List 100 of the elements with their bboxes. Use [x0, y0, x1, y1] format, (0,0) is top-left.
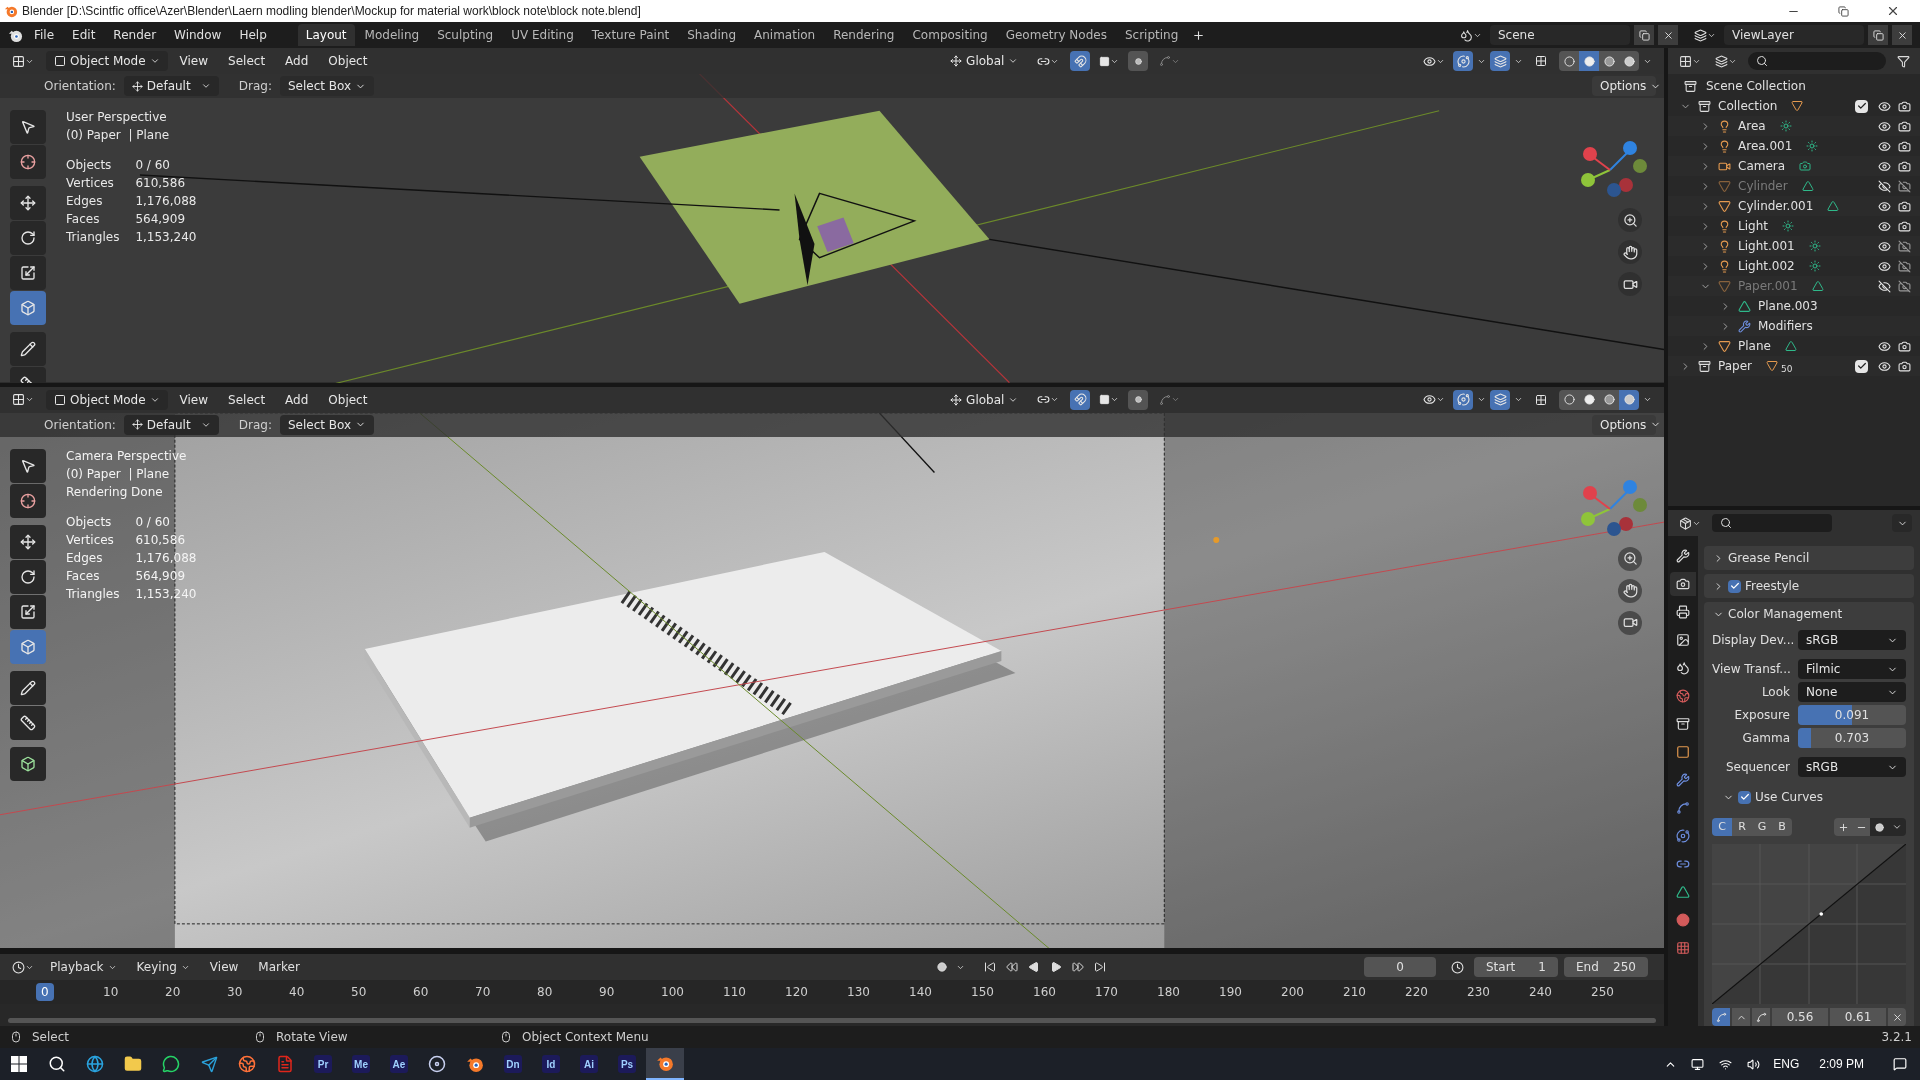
panel-title[interactable]: Color Management	[1728, 605, 1843, 623]
workspace-tab[interactable]: Scripting	[1116, 24, 1187, 46]
menu-item[interactable]: Select	[220, 51, 274, 71]
current-frame-field[interactable]: 0	[1364, 957, 1436, 978]
frame-number[interactable]: 130	[842, 983, 875, 1002]
frame-number[interactable]: 50	[346, 983, 372, 1002]
outliner-item-name[interactable]: Paper	[1718, 357, 1752, 375]
outliner-item-name[interactable]: Light.002	[1738, 257, 1795, 275]
workspace-tab[interactable]: Rendering	[825, 24, 903, 46]
panel-title[interactable]: Freestyle	[1745, 577, 1800, 595]
workspace-tab[interactable]: Animation	[746, 24, 824, 46]
menu-item[interactable]: Edit	[65, 25, 103, 45]
frame-number[interactable]: 30	[222, 983, 248, 1002]
outliner-item-name[interactable]: Modifiers	[1758, 317, 1813, 335]
frame-number[interactable]: 250	[1586, 983, 1619, 1002]
app-button[interactable]: Ps	[618, 1055, 636, 1073]
menu-item[interactable]: Playback	[42, 957, 125, 978]
property-slider[interactable]: 0.703	[1798, 728, 1906, 748]
menu-item[interactable]: Object	[320, 51, 376, 71]
frame-number[interactable]: 90	[594, 983, 620, 1002]
frame-number[interactable]: 120	[780, 983, 813, 1002]
workspace-tab[interactable]: Layout	[297, 24, 355, 46]
frame-number[interactable]: 140	[904, 983, 937, 1002]
menu-item[interactable]: Object	[320, 389, 376, 410]
orientation-dropdown[interactable]: Default	[123, 414, 219, 435]
menu-item[interactable]: File	[27, 25, 62, 45]
workspace-tab[interactable]: UV Editing	[503, 24, 582, 46]
end-frame-field[interactable]: End 250	[1564, 957, 1648, 978]
menu-item[interactable]: Help	[232, 25, 274, 45]
channel-tab[interactable]: C	[1712, 818, 1732, 836]
app-button[interactable]: Ae	[390, 1055, 408, 1073]
menu-item[interactable]: Render	[106, 25, 164, 45]
workspace-tab[interactable]: Sculpting	[429, 24, 502, 46]
workspace-tab[interactable]: Modeling	[356, 24, 428, 46]
frame-number[interactable]: 100	[656, 983, 689, 1002]
frame-number[interactable]: 220	[1400, 983, 1433, 1002]
outliner-item-name[interactable]: Light.001	[1738, 237, 1795, 255]
transform-orientation-dropdown[interactable]: Global	[942, 389, 1027, 410]
app-button[interactable]: Me	[352, 1055, 370, 1073]
app-button[interactable]: Ai	[580, 1055, 598, 1073]
point-value-field[interactable]: 0.56	[1772, 1008, 1828, 1026]
menu-item[interactable]: Marker	[250, 957, 308, 978]
menu-item[interactable]: View	[201, 957, 247, 978]
frame-number[interactable]: 20	[160, 983, 186, 1002]
transform-orientation-dropdown[interactable]: Global	[942, 51, 1027, 71]
outliner-item-name[interactable]: Collection	[1718, 97, 1778, 115]
frame-number[interactable]: 190	[1214, 983, 1247, 1002]
channel-tab[interactable]: R	[1732, 818, 1752, 836]
frame-number[interactable]: 150	[966, 983, 999, 1002]
frame-number[interactable]: 0	[36, 983, 54, 1002]
property-dropdown[interactable]: Filmic	[1798, 659, 1906, 679]
outliner-item-name[interactable]: Area.001	[1738, 137, 1793, 155]
frame-number[interactable]: 200	[1276, 983, 1309, 1002]
outliner-item-name[interactable]: Plane	[1738, 337, 1771, 355]
frame-number[interactable]: 110	[718, 983, 751, 1002]
drag-dropdown[interactable]: Select Box	[280, 414, 374, 435]
drag-dropdown[interactable]: Select Box	[280, 76, 374, 96]
property-dropdown[interactable]: None	[1798, 682, 1906, 702]
workspace-tab[interactable]: Texture Paint	[583, 24, 678, 46]
app-button[interactable]: Dn	[504, 1055, 522, 1073]
outliner-item-name[interactable]: Camera	[1738, 157, 1786, 175]
frame-number[interactable]: 70	[470, 983, 496, 1002]
frame-number[interactable]: 80	[532, 983, 558, 1002]
outliner-item-name[interactable]: Scene Collection	[1706, 77, 1806, 95]
property-dropdown[interactable]: sRGB	[1798, 630, 1906, 650]
menu-item[interactable]: View	[171, 51, 217, 71]
frame-number[interactable]: 170	[1090, 983, 1123, 1002]
outliner-item-name[interactable]: Light	[1738, 217, 1768, 235]
menu-item[interactable]: Add	[277, 389, 317, 410]
menu-item[interactable]: Keying	[128, 957, 198, 978]
app-button[interactable]: Pr	[314, 1055, 332, 1073]
start-frame-field[interactable]: Start 1	[1474, 957, 1558, 978]
outliner-item-name[interactable]: Plane.003	[1758, 297, 1818, 315]
point-value-field[interactable]: 0.61	[1830, 1008, 1886, 1026]
frame-number[interactable]: 60	[408, 983, 434, 1002]
language-indicator[interactable]: ENG	[1773, 1055, 1800, 1073]
workspace-tab[interactable]: Geometry Nodes	[997, 24, 1115, 46]
app-button[interactable]: Id	[542, 1055, 560, 1073]
outliner-item-name[interactable]: Area	[1738, 117, 1766, 135]
frame-number[interactable]: 210	[1338, 983, 1371, 1002]
frame-number[interactable]: 240	[1524, 983, 1557, 1002]
channel-tab[interactable]: B	[1772, 818, 1792, 836]
menu-item[interactable]: Add	[277, 51, 317, 71]
mode-dropdown[interactable]: Object Mode	[46, 389, 168, 410]
mode-dropdown[interactable]: Object Mode	[46, 51, 168, 71]
workspace-tab[interactable]: Compositing	[904, 24, 996, 46]
menu-item[interactable]: View	[171, 389, 217, 410]
view-layer-field[interactable]: ViewLayer	[1724, 25, 1864, 45]
property-dropdown[interactable]: sRGB	[1798, 757, 1906, 777]
scene-field[interactable]: Scene	[1490, 25, 1630, 45]
frame-number[interactable]: 10	[98, 983, 124, 1002]
channel-tab[interactable]: G	[1752, 818, 1772, 836]
clock-text[interactable]: 2:09 PM	[1819, 1055, 1864, 1073]
frame-number[interactable]: 40	[284, 983, 310, 1002]
workspace-tab[interactable]: Shading	[679, 24, 744, 46]
menu-item[interactable]: Window	[167, 25, 229, 45]
frame-number[interactable]: 160	[1028, 983, 1061, 1002]
orientation-dropdown[interactable]: Default	[123, 76, 219, 96]
outliner-item-name[interactable]: Cylinder.001	[1738, 197, 1814, 215]
menu-item[interactable]: Select	[220, 389, 274, 410]
